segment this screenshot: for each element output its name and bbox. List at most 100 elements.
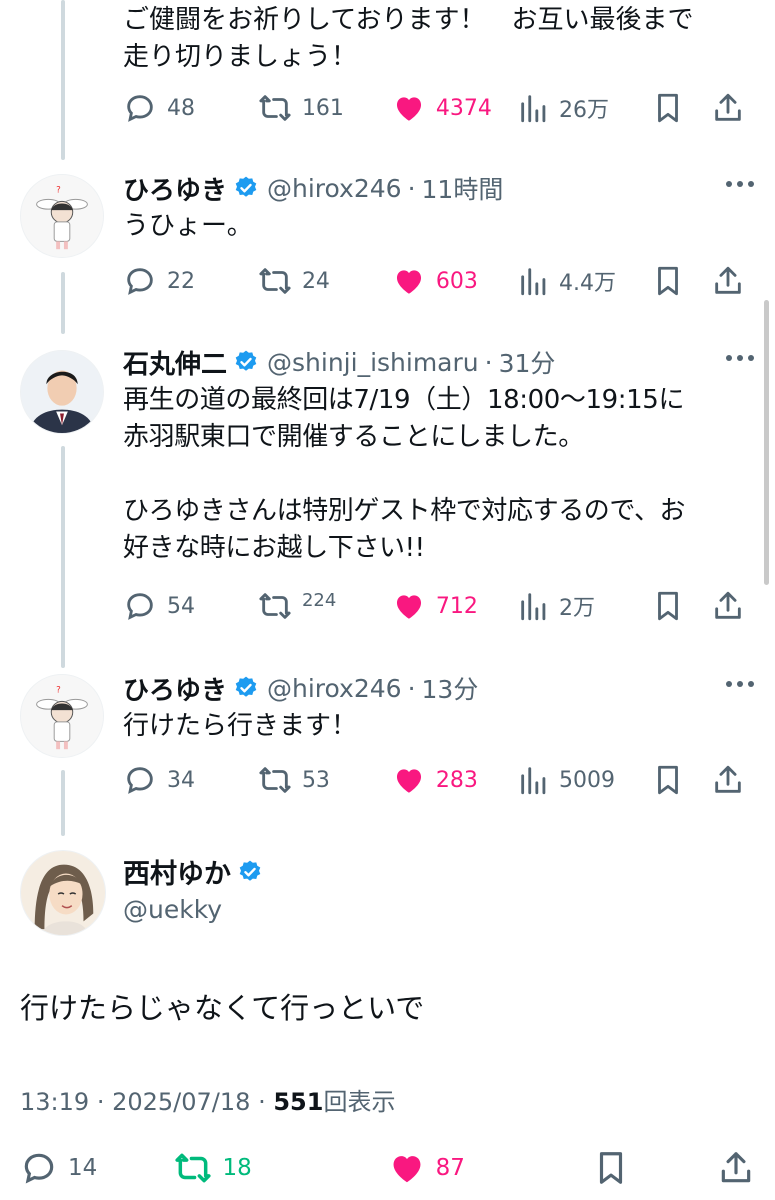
avatar-image: ? [21,675,103,757]
like-button[interactable]: 283 [392,763,517,797]
analytics-icon [521,767,546,795]
reply-icon [127,95,153,122]
views-button[interactable]: 4.4万 [517,264,651,298]
author-handle[interactable]: @shinji_ishimaru [267,348,479,377]
retweet-button[interactable]: 24 [258,264,392,298]
share-icon [715,765,741,793]
heart-icon [396,270,421,294]
retweet-button[interactable]: 18 [174,1149,310,1187]
author-name[interactable]: ひろゆき [123,170,227,207]
retweet-button[interactable]: 224 [258,589,392,623]
like-count: 87 [435,1155,465,1181]
share-button[interactable] [711,763,755,797]
verified-badge-icon [235,676,257,697]
scrollbar[interactable] [764,300,769,585]
like-button[interactable]: 4374 [392,91,517,125]
reply-button[interactable]: 54 [123,589,258,623]
reply-icon [24,1153,54,1184]
reply-icon [127,268,153,295]
like-button[interactable]: 87 [388,1149,515,1187]
retweet-button[interactable]: 161 [258,91,392,125]
bookmark-icon [658,266,678,296]
bookmark-button[interactable] [651,763,711,797]
views-count: 26万 [558,98,609,123]
retweet-icon [259,593,291,619]
retweet-icon [259,268,291,294]
bookmark-icon [599,1152,622,1184]
heart-icon [396,595,421,619]
tweet-time[interactable]: 11時間 [422,170,504,206]
bookmark-button[interactable] [651,264,711,298]
verified-badge-icon [235,350,257,371]
author-name[interactable]: 石丸伸二 [123,344,227,381]
tweet-time[interactable]: 13:19 [20,1088,89,1116]
reply-count: 22 [167,268,195,294]
like-count: 4374 [435,95,492,121]
avatar[interactable]: ? [20,674,104,758]
views-button[interactable]: 26万 [517,91,651,125]
author-handle[interactable]: @uekky [123,895,222,924]
more-options-icon[interactable] [725,352,755,364]
views-count: 4.4万 [558,271,616,296]
more-options-icon[interactable] [725,678,755,690]
avatar[interactable] [20,350,104,434]
bookmark-button[interactable] [651,91,711,125]
tweet-text: うひょー。 [123,211,253,241]
heart-icon [396,97,421,121]
avatar[interactable]: ? [20,174,104,258]
share-icon [721,1152,751,1183]
retweet-icon [259,95,291,121]
main-author[interactable]: 西村ゆか [123,852,271,891]
like-count: 283 [435,767,478,793]
avatar-image [21,351,103,433]
share-button[interactable] [711,91,755,125]
author-handle[interactable]: @hirox246 [267,174,402,203]
thread-line [61,770,65,836]
views-count: 2万 [558,596,595,621]
tweet-text: 行けたら行きます！ [123,711,358,741]
like-button[interactable]: 603 [392,264,517,298]
reply-count: 34 [167,767,195,793]
share-button[interactable] [717,1149,755,1187]
thread-line [61,0,65,160]
author-handle[interactable]: @hirox246 [267,674,402,703]
like-count: 712 [435,593,478,619]
more-options-icon[interactable] [725,178,755,190]
reply-button[interactable]: 48 [123,91,258,125]
svg-text:?: ? [56,686,61,696]
share-icon [715,591,741,619]
retweet-button[interactable]: 53 [258,763,392,797]
retweet-count: 24 [301,268,330,294]
bookmark-button[interactable] [592,1149,640,1187]
separator-dot: · [96,1088,105,1116]
retweet-count: 224 [301,593,337,609]
verified-badge-icon [239,860,261,881]
like-button[interactable]: 712 [392,589,517,623]
tweet-text: ご健闘をお祈りしております！ お互い最後まで 走り切りましょう！ [123,5,694,72]
separator-dot: · [484,347,493,377]
tweet-meta: 13:19 · 2025/07/18 · 551回表示 [20,1082,395,1117]
separator-dot: · [407,173,416,203]
views-label: 回表示 [323,1088,396,1116]
tweet-time[interactable]: 13分 [422,670,479,706]
views-button[interactable]: 2万 [517,589,651,623]
tweet-time[interactable]: 31分 [499,344,556,380]
verified-badge-icon [235,176,257,197]
thread-line [61,446,65,668]
views-button[interactable]: 5009 [517,763,651,797]
author-name[interactable]: ひろゆき [123,670,227,707]
bookmark-button[interactable] [651,589,711,623]
avatar[interactable] [20,850,106,936]
author-name[interactable]: 西村ゆか [123,852,231,891]
separator-dot: · [258,1088,266,1116]
reply-count: 14 [68,1155,98,1181]
reply-button[interactable]: 22 [123,264,258,298]
reply-button[interactable]: 34 [123,763,258,797]
retweet-icon [259,767,291,793]
bookmark-icon [658,765,678,795]
reply-button[interactable]: 14 [20,1149,97,1187]
share-button[interactable] [711,264,755,298]
share-button[interactable] [711,589,755,623]
tweet-date[interactable]: 2025/07/18 [112,1088,250,1116]
bookmark-icon [658,93,678,123]
